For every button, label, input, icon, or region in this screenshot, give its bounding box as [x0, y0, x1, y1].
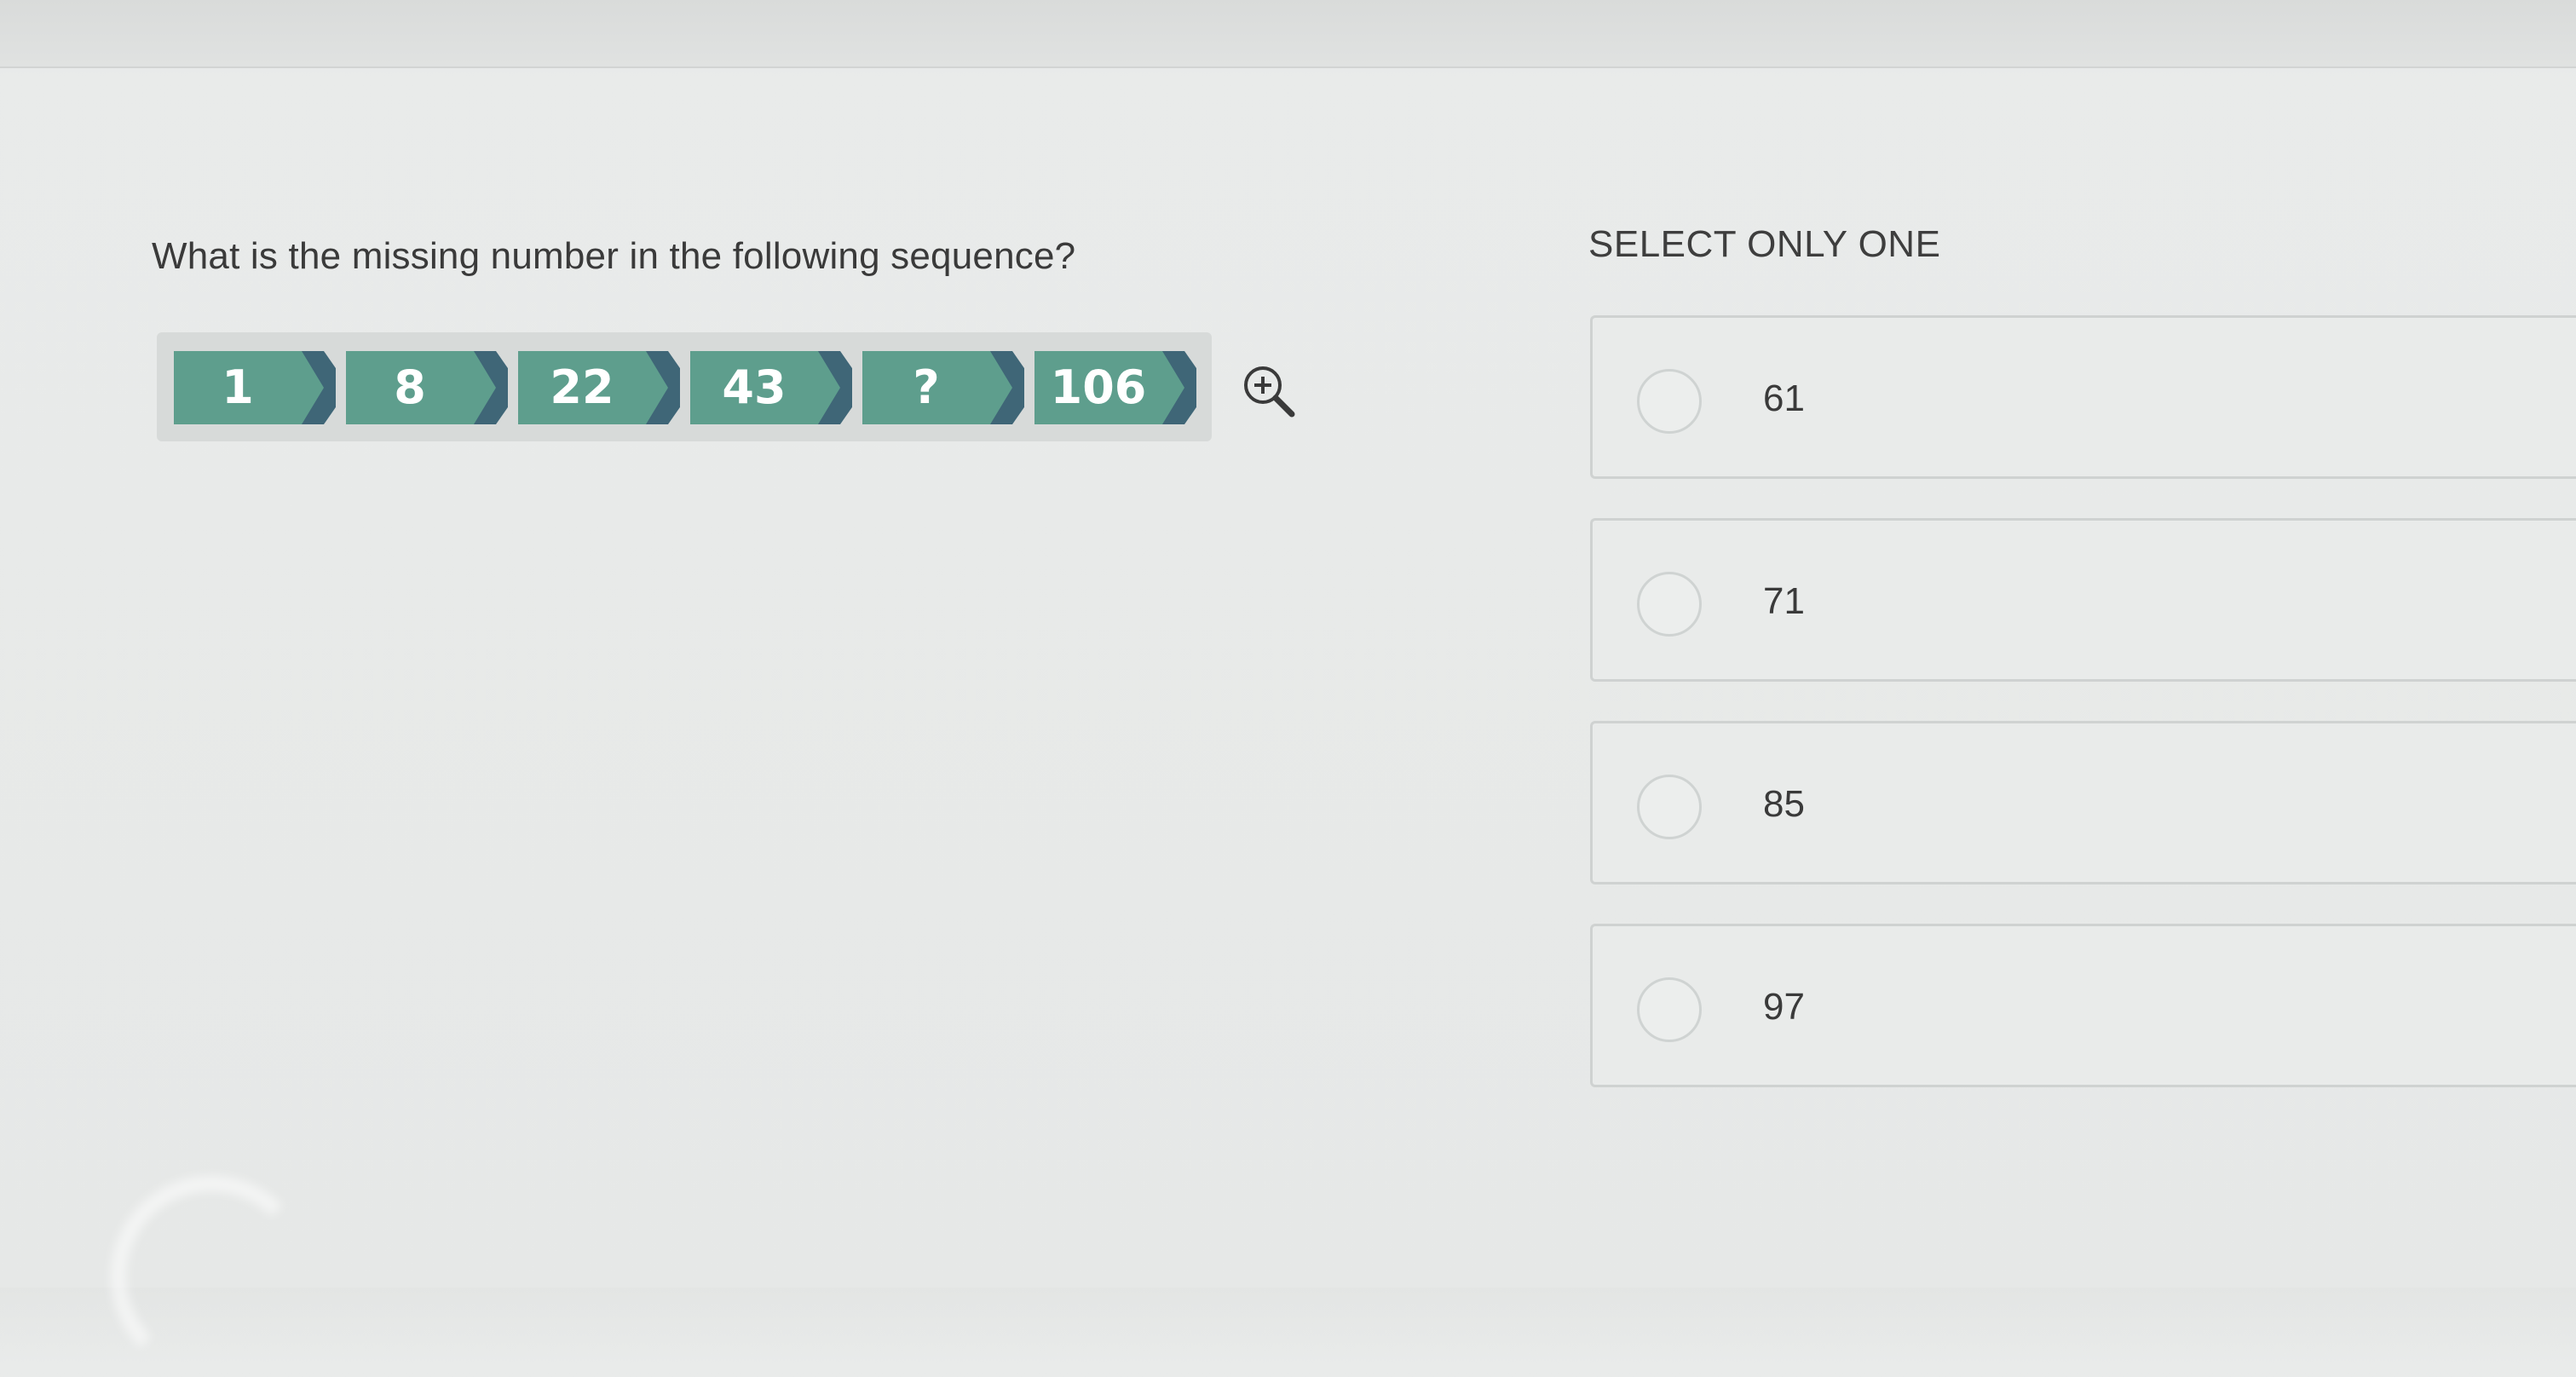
radio-button[interactable]: [1637, 369, 1702, 434]
sequence-value: 8: [394, 360, 426, 414]
answer-option-label: 71: [1763, 580, 1805, 622]
sequence-value: 43: [722, 360, 787, 414]
answer-option[interactable]: 97: [1590, 924, 2576, 1087]
sequence-value: 106: [1050, 360, 1147, 414]
screen-glare: [111, 1176, 312, 1377]
sequence-item: 8: [346, 351, 508, 424]
sequence-item: 1: [174, 351, 336, 424]
sequence-item: 106: [1034, 351, 1196, 424]
radio-button[interactable]: [1637, 572, 1702, 637]
answer-option-label: 61: [1763, 377, 1805, 419]
zoom-in-icon[interactable]: [1239, 361, 1300, 423]
top-bar: [0, 0, 2576, 68]
answer-option[interactable]: 85: [1590, 721, 2576, 884]
select-only-one-label: SELECT ONLY ONE: [1588, 223, 1941, 265]
answer-option[interactable]: 61: [1590, 315, 2576, 479]
sequence-image: 1 8 22 43 ? 106: [157, 332, 1212, 441]
answer-option[interactable]: 71: [1590, 518, 2576, 682]
answer-option-label: 97: [1763, 986, 1805, 1028]
sequence-item-missing: ?: [862, 351, 1024, 424]
sequence-value: 22: [550, 360, 614, 414]
answer-option-label: 85: [1763, 783, 1805, 825]
question-text: What is the missing number in the follow…: [152, 235, 1076, 277]
radio-button[interactable]: [1637, 775, 1702, 839]
sequence-value: ?: [913, 360, 940, 414]
sequence-value: 1: [222, 360, 254, 414]
radio-button[interactable]: [1637, 977, 1702, 1042]
sequence-item: 43: [690, 351, 852, 424]
sequence-item: 22: [518, 351, 680, 424]
